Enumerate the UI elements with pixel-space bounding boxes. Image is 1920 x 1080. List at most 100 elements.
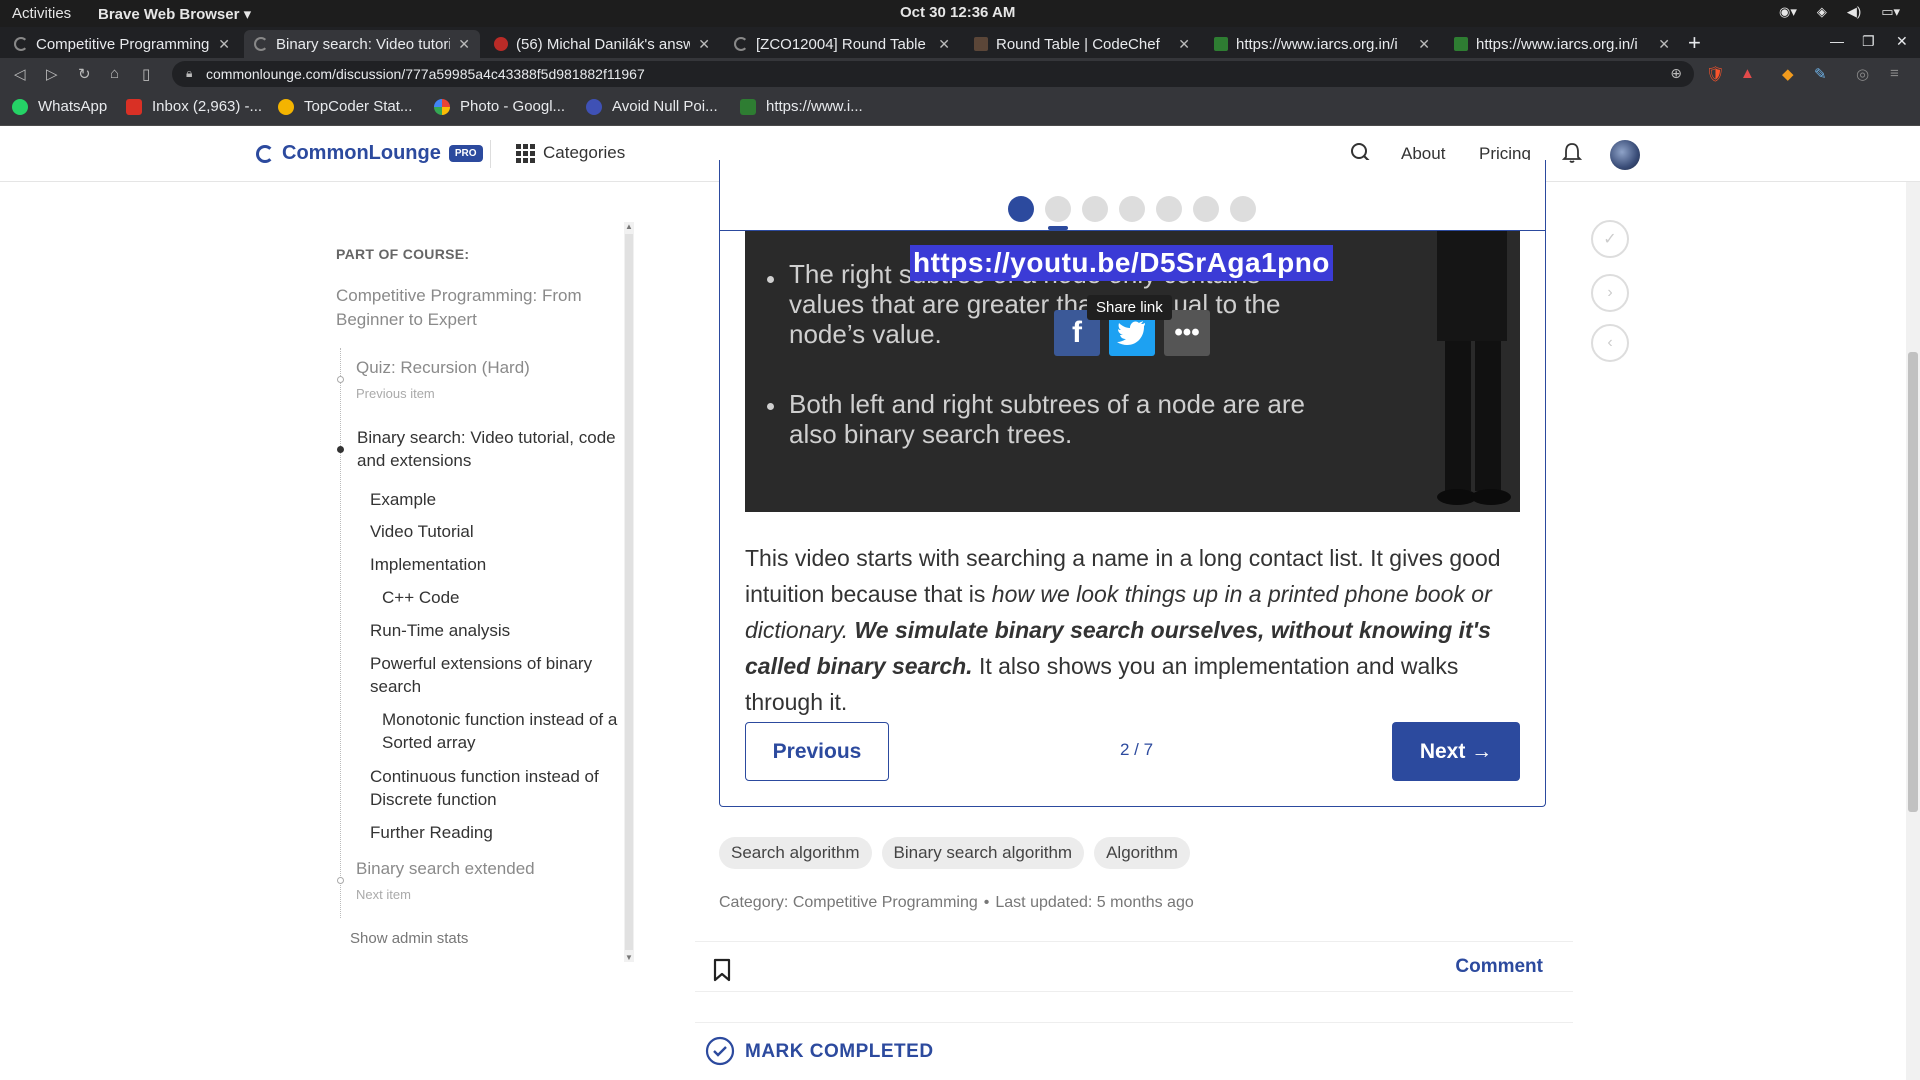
mark-completed-button[interactable]: MARK COMPLETED: [745, 1041, 934, 1063]
show-admin-stats-link[interactable]: Show admin stats: [350, 930, 468, 947]
codechef-icon: [974, 37, 988, 51]
home-icon[interactable]: ⌂: [110, 65, 119, 82]
profile-icon[interactable]: ◎: [1856, 65, 1869, 83]
activities-button[interactable]: Activities: [12, 5, 71, 22]
brave-shields-icon[interactable]: 🛡︎: [1706, 65, 1725, 83]
previous-item-arrow-button[interactable]: ‹: [1591, 324, 1629, 362]
slide-text-line: Both left and right subtrees of a node a…: [789, 389, 1306, 419]
back-icon[interactable]: ◁: [14, 65, 26, 83]
section-link-monotonic-function[interactable]: Monotonic function instead of a Sorted a…: [382, 708, 622, 754]
forward-icon[interactable]: ▷: [46, 65, 58, 83]
slide-dot[interactable]: [1230, 196, 1256, 222]
section-link-continuous-function[interactable]: Continuous function instead of Discrete …: [370, 765, 610, 811]
brave-rewards-icon[interactable]: ▲: [1740, 65, 1755, 82]
bookmark-topcoder[interactable]: TopCoder Stat...: [278, 98, 412, 115]
close-icon[interactable]: ✕: [1658, 36, 1670, 53]
article-meta: Category: Competitive Programming • Last u…: [719, 894, 1194, 912]
slide-dot[interactable]: [1082, 196, 1108, 222]
complete-check-button[interactable]: ✓: [1591, 220, 1629, 258]
section-link-run-time-analysis[interactable]: Run-Time analysis: [370, 619, 510, 642]
tab-title: https://www.iarcs.org.in/i: [1236, 35, 1398, 53]
sidebar-scrollbar[interactable]: ▲ ▼: [624, 222, 634, 962]
address-bar[interactable]: 🔒︎ commonlounge.com/discussion/777a59985…: [172, 61, 1694, 87]
bookmark-whatsapp[interactable]: WhatsApp: [12, 98, 107, 115]
section-link-cpp-code[interactable]: C++ Code: [382, 586, 460, 609]
browser-toolbar: ◁ ▷ ↻ ⌂ ▯ 🔒︎ commonlounge.com/discussion…: [0, 58, 1920, 90]
bell-icon[interactable]: [1562, 142, 1582, 164]
os-top-bar: Activities Brave Web Browser ▾ Oct 30 12…: [0, 0, 1920, 27]
zoom-icon[interactable]: ⊕: [1670, 65, 1682, 82]
next-item-arrow-button[interactable]: ›: [1591, 274, 1629, 312]
new-tab-button[interactable]: +: [1688, 30, 1701, 56]
slide-dot[interactable]: [1193, 196, 1219, 222]
previous-button[interactable]: Previous: [745, 722, 889, 781]
tab-iarcs-1[interactable]: https://www.iarcs.org.in/i ✕: [1204, 30, 1440, 58]
pen-extension-icon[interactable]: ✎: [1814, 65, 1827, 83]
bookmark-avoid-null[interactable]: Avoid Null Poi...: [586, 98, 718, 115]
tab-title: Competitive Programming: [36, 35, 210, 53]
scroll-up-icon[interactable]: ▲: [625, 222, 633, 231]
sidebar-scroll-thumb[interactable]: [625, 234, 633, 950]
categories-menu[interactable]: Categories: [516, 143, 625, 163]
bookmark-icon[interactable]: [713, 958, 731, 982]
clock[interactable]: Oct 30 12:36 AM: [900, 4, 1015, 21]
next-item-link[interactable]: Binary search extended: [356, 857, 535, 880]
tab-quora-answer[interactable]: (56) Michal Danilák's answ ✕: [484, 30, 720, 58]
quora-icon: [494, 37, 508, 51]
slide-dot-current[interactable]: [1045, 196, 1071, 230]
slide-text-line: also binary search trees.: [789, 419, 1073, 449]
comment-button[interactable]: Comment: [1455, 956, 1543, 978]
category-link[interactable]: Category: Competitive Programming: [719, 894, 978, 911]
bookmark-google-photos[interactable]: Photo - Googl...: [434, 98, 565, 115]
app-menu[interactable]: Brave Web Browser ▾: [98, 5, 251, 23]
section-link-example[interactable]: Example: [370, 488, 436, 511]
tab-binary-search[interactable]: Binary search: Video tutori ✕: [244, 30, 480, 58]
mark-completed-row[interactable]: MARK COMPLETED: [695, 1022, 1573, 1080]
course-title-link[interactable]: Competitive Programming: From Beginner t…: [336, 284, 606, 332]
section-link-powerful-extensions[interactable]: Powerful extensions of binary search: [370, 652, 610, 698]
page-scrollbar[interactable]: [1906, 182, 1920, 1080]
window-close-button[interactable]: ✕: [1896, 33, 1908, 50]
section-link-video-tutorial[interactable]: Video Tutorial: [370, 520, 474, 543]
gmail-icon: [126, 98, 142, 115]
extension-icon[interactable]: ◆: [1782, 65, 1794, 83]
tab-codechef[interactable]: Round Table | CodeChef ✕: [964, 30, 1200, 58]
tab-zco-round-table[interactable]: [ZCO12004] Round Table (2 ✕: [724, 30, 960, 58]
bookmark-page-icon[interactable]: ▯: [142, 65, 150, 83]
close-icon[interactable]: ✕: [1418, 36, 1430, 53]
system-tray[interactable]: ◉▾ ◈ ◀) ▭▾: [1779, 4, 1900, 20]
slide-progress: [1008, 196, 1256, 230]
minimize-button[interactable]: —: [1830, 33, 1844, 49]
tag-search-algorithm[interactable]: Search algorithm: [719, 837, 872, 869]
share-url-text[interactable]: https://youtu.be/D5SrAga1pno: [910, 245, 1333, 281]
section-link-further-reading[interactable]: Further Reading: [370, 821, 493, 844]
commonlounge-logo[interactable]: CommonLounge PRO: [256, 142, 483, 165]
next-button[interactable]: Next →: [1392, 722, 1520, 781]
check-icon: ✓: [1603, 231, 1617, 248]
bookmark-iarcs[interactable]: https://www.i...: [740, 98, 863, 115]
reload-icon[interactable]: ↻: [78, 65, 91, 83]
close-icon[interactable]: ✕: [1178, 36, 1190, 53]
scroll-down-icon[interactable]: ▼: [625, 953, 633, 962]
section-link-implementation[interactable]: Implementation: [370, 553, 486, 576]
maximize-button[interactable]: ❐: [1862, 33, 1875, 50]
previous-item-link[interactable]: Quiz: Recursion (Hard): [356, 356, 616, 379]
close-icon[interactable]: ✕: [458, 36, 470, 53]
page-scroll-thumb[interactable]: [1908, 352, 1918, 812]
tag-algorithm[interactable]: Algorithm: [1094, 837, 1190, 869]
tag-binary-search-algorithm[interactable]: Binary search algorithm: [881, 837, 1085, 869]
slide-dot[interactable]: [1119, 196, 1145, 222]
accessibility-icon[interactable]: ◉▾: [1779, 4, 1797, 20]
tab-competitive-programming[interactable]: Competitive Programming ✕: [4, 30, 240, 58]
tab-iarcs-2[interactable]: https://www.iarcs.org.in/i ✕: [1444, 30, 1680, 58]
close-icon[interactable]: ✕: [698, 36, 710, 53]
menu-icon[interactable]: ≡: [1890, 65, 1899, 82]
close-icon[interactable]: ✕: [938, 36, 950, 53]
slide-dot[interactable]: [1008, 196, 1034, 222]
slide-dot[interactable]: [1156, 196, 1182, 222]
avatar[interactable]: [1610, 140, 1640, 170]
bookmark-gmail[interactable]: Inbox (2,963) -...: [126, 98, 262, 115]
site-icon: [586, 98, 602, 115]
close-icon[interactable]: ✕: [218, 36, 230, 53]
pro-badge: PRO: [448, 145, 483, 162]
